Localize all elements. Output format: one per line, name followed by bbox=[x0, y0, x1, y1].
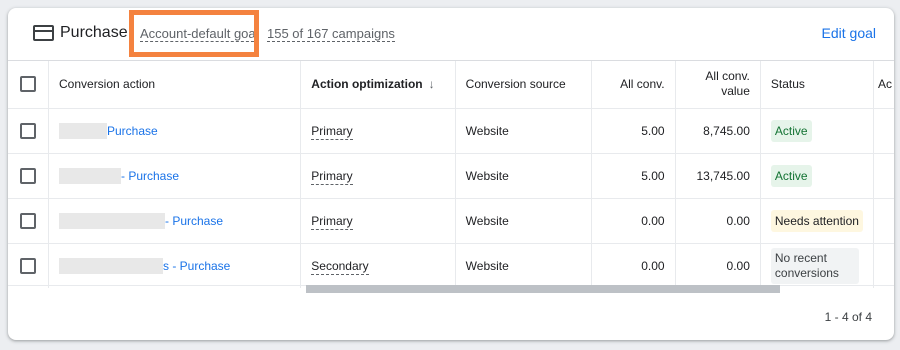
conversion-action-cell: - Purchase bbox=[48, 197, 302, 243]
source-cell: Website bbox=[455, 107, 592, 153]
status-cell: Needs attention bbox=[760, 197, 874, 243]
all-conv-cell: 5.00 bbox=[591, 152, 676, 198]
optimization-cell: Primary bbox=[300, 197, 456, 243]
all-conv-value-cell: 0.00 bbox=[675, 242, 761, 288]
redacted-name bbox=[59, 257, 163, 274]
all-conv-value-cell: 8,745.00 bbox=[675, 107, 761, 153]
all-conv-cell: 0.00 bbox=[591, 242, 676, 288]
conversion-action-link[interactable]: - Purchase bbox=[121, 169, 179, 183]
highlight-box bbox=[129, 10, 259, 57]
status-badge: Needs attention bbox=[770, 209, 863, 232]
sort-down-arrow-icon: ↓ bbox=[428, 77, 435, 92]
table-row: s - Purchase Secondary Website 0.00 0.00… bbox=[8, 242, 894, 288]
source-cell: Website bbox=[455, 242, 592, 288]
optimization-cell: Primary bbox=[300, 152, 456, 198]
row-checkbox-cell bbox=[8, 197, 49, 243]
credit-card-icon bbox=[33, 25, 54, 41]
optimization-value[interactable]: Primary bbox=[311, 123, 353, 140]
all-conv-value-cell: 0.00 bbox=[675, 197, 761, 243]
optimization-value[interactable]: Primary bbox=[311, 168, 353, 185]
redacted-name bbox=[59, 167, 121, 184]
col-status[interactable]: Status bbox=[760, 61, 874, 108]
optimization-value[interactable]: Primary bbox=[311, 213, 353, 230]
status-badge: No recent conversions bbox=[770, 247, 859, 284]
status-cell: No recent conversions bbox=[760, 242, 874, 288]
row-checkbox[interactable] bbox=[20, 212, 36, 229]
pagination-info: 1 - 4 of 4 bbox=[824, 310, 872, 324]
conversion-actions-table: Conversion action Action optimization ↓ C… bbox=[8, 61, 894, 288]
overflow-cell bbox=[873, 152, 894, 198]
card-header: Purchase Account-default goal 155 of 167… bbox=[8, 8, 894, 60]
goal-title: Purchase bbox=[60, 24, 128, 41]
select-all-cell bbox=[8, 61, 49, 108]
table-header-row: Conversion action Action optimization ↓ C… bbox=[8, 61, 894, 108]
conversion-action-cell: - Purchase bbox=[48, 152, 302, 198]
status-badge: Active bbox=[770, 119, 812, 142]
conversion-action-link[interactable]: s - Purchase bbox=[163, 259, 230, 273]
table-row: - Purchase Primary Website 0.00 0.00 Nee… bbox=[8, 197, 894, 243]
col-conversion-action[interactable]: Conversion action bbox=[48, 61, 302, 108]
all-conv-cell: 0.00 bbox=[591, 197, 676, 243]
optimization-cell: Secondary bbox=[300, 242, 456, 288]
redacted-name bbox=[59, 122, 107, 139]
col-overflow[interactable]: Ac bbox=[873, 61, 894, 108]
overflow-cell bbox=[873, 197, 894, 243]
row-checkbox-cell bbox=[8, 107, 49, 153]
status-cell: Active bbox=[760, 107, 874, 153]
all-conv-value-cell: 13,745.00 bbox=[675, 152, 761, 198]
source-cell: Website bbox=[455, 197, 592, 243]
edit-goal-button[interactable]: Edit goal bbox=[822, 25, 876, 41]
status-cell: Active bbox=[760, 152, 874, 198]
redacted-name bbox=[59, 212, 165, 229]
all-conv-cell: 5.00 bbox=[591, 107, 676, 153]
col-action-optimization[interactable]: Action optimization ↓ bbox=[300, 61, 456, 108]
overflow-cell bbox=[873, 107, 894, 153]
conversion-action-link[interactable]: - Purchase bbox=[165, 214, 223, 228]
row-checkbox[interactable] bbox=[20, 122, 36, 139]
conversion-goal-card: Purchase Account-default goal 155 of 167… bbox=[8, 8, 894, 340]
optimization-value[interactable]: Secondary bbox=[311, 258, 369, 275]
table-row: Purchase Primary Website 5.00 8,745.00 A… bbox=[8, 107, 894, 153]
select-all-checkbox[interactable] bbox=[20, 76, 36, 93]
row-checkbox[interactable] bbox=[20, 257, 36, 274]
optimization-cell: Primary bbox=[300, 107, 456, 153]
horizontal-scrollbar[interactable] bbox=[306, 285, 780, 293]
overflow-cell bbox=[873, 242, 894, 288]
status-badge: Active bbox=[770, 164, 812, 187]
conversion-action-cell: Purchase bbox=[48, 107, 302, 153]
campaigns-count-link[interactable]: 155 of 167 campaigns bbox=[267, 26, 395, 42]
row-checkbox-cell bbox=[8, 152, 49, 198]
conversion-action-cell: s - Purchase bbox=[48, 242, 302, 288]
col-all-conv[interactable]: All conv. bbox=[591, 61, 676, 108]
col-all-conv-value[interactable]: All conv. value bbox=[675, 61, 761, 108]
col-action-optimization-label: Action optimization bbox=[311, 77, 423, 92]
conversion-action-link[interactable]: Purchase bbox=[107, 124, 158, 138]
table-row: - Purchase Primary Website 5.00 13,745.0… bbox=[8, 152, 894, 198]
row-checkbox-cell bbox=[8, 242, 49, 288]
row-checkbox[interactable] bbox=[20, 167, 36, 184]
source-cell: Website bbox=[455, 152, 592, 198]
col-conversion-source[interactable]: Conversion source bbox=[455, 61, 592, 108]
